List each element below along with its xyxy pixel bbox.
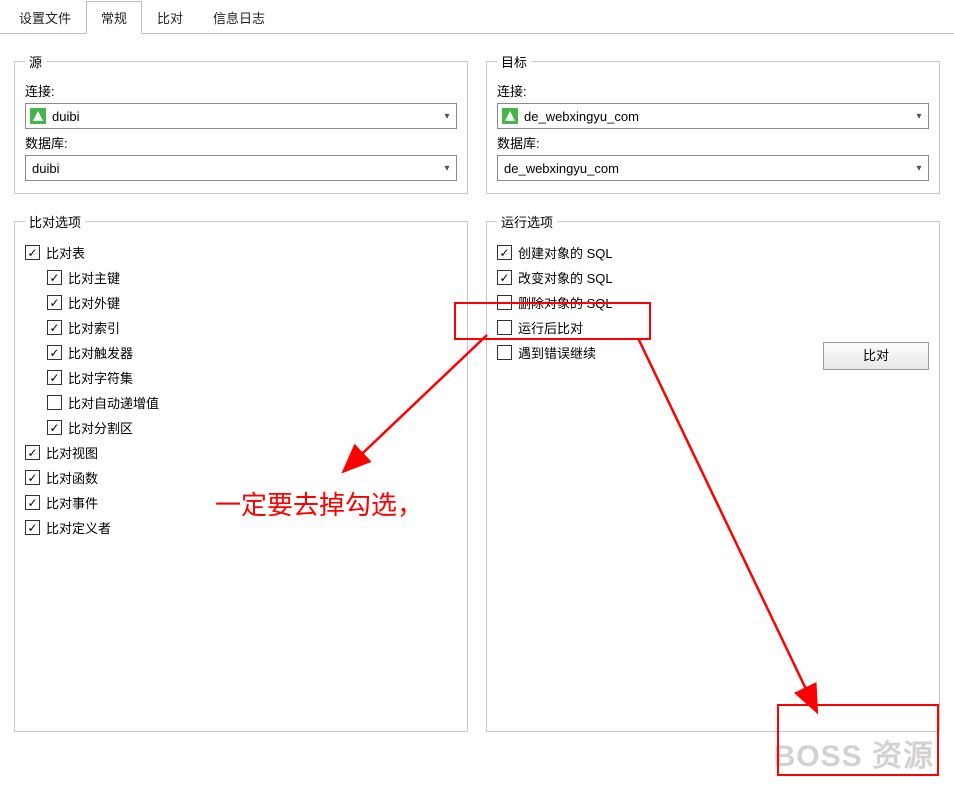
chevron-down-icon: ▾ (438, 104, 456, 128)
tab-log[interactable]: 信息日志 (198, 1, 280, 34)
checkbox-cmp-event[interactable] (25, 495, 40, 510)
checkbox-label: 创建对象的 SQL (518, 243, 613, 262)
source-db-label: 数据库: (25, 133, 457, 152)
target-db-value: de_webxingyu_com (502, 161, 910, 176)
source-conn-combo[interactable]: duibi ▾ (25, 103, 457, 129)
source-conn-label: 连接: (25, 81, 457, 100)
source-db-combo[interactable]: duibi ▾ (25, 155, 457, 181)
checkbox-label: 运行后比对 (518, 318, 583, 337)
target-conn-label: 连接: (497, 81, 929, 100)
checkbox-label: 比对事件 (46, 493, 98, 512)
checkbox-cmp-pk[interactable] (47, 270, 62, 285)
target-db-label: 数据库: (497, 133, 929, 152)
checkbox-cmp-table[interactable] (25, 245, 40, 260)
checkbox-cmp-trig[interactable] (47, 345, 62, 360)
chevron-down-icon: ▾ (910, 104, 928, 128)
target-legend: 目标 (497, 52, 531, 71)
checkbox-run-continue[interactable] (497, 345, 512, 360)
target-conn-value: de_webxingyu_com (522, 109, 910, 124)
checkbox-label: 比对视图 (46, 443, 98, 462)
checkbox-label: 删除对象的 SQL (518, 293, 613, 312)
checkbox-cmp-view[interactable] (25, 445, 40, 460)
checkbox-cmp-autoinc[interactable] (47, 395, 62, 410)
checkbox-run-after[interactable] (497, 320, 512, 335)
checkbox-run-create[interactable] (497, 245, 512, 260)
source-db-value: duibi (30, 161, 438, 176)
compare-button[interactable]: 比对 (823, 342, 929, 370)
target-db-combo[interactable]: de_webxingyu_com ▾ (497, 155, 929, 181)
checkbox-label: 比对索引 (68, 318, 120, 337)
checkbox-label: 比对外键 (68, 293, 120, 312)
checkbox-cmp-definer[interactable] (25, 520, 40, 535)
source-conn-value: duibi (50, 109, 438, 124)
checkbox-label: 遇到错误继续 (518, 343, 596, 362)
checkbox-cmp-partition[interactable] (47, 420, 62, 435)
checkbox-label: 改变对象的 SQL (518, 268, 613, 287)
db-icon (30, 108, 46, 124)
tab-settings-file[interactable]: 设置文件 (4, 1, 86, 34)
source-group: 源 连接: duibi ▾ 数据库: duibi ▾ (14, 52, 468, 194)
checkbox-cmp-idx[interactable] (47, 320, 62, 335)
tabs-bar: 设置文件 常规 比对 信息日志 (0, 0, 954, 34)
checkbox-label: 比对自动递增值 (68, 393, 159, 412)
source-legend: 源 (25, 52, 46, 71)
checkbox-cmp-fk[interactable] (47, 295, 62, 310)
checkbox-label: 比对触发器 (68, 343, 133, 362)
run-options-legend: 运行选项 (497, 212, 557, 231)
checkbox-label: 比对字符集 (68, 368, 133, 387)
target-group: 目标 连接: de_webxingyu_com ▾ 数据库: de_webxin… (486, 52, 940, 194)
chevron-down-icon: ▾ (438, 156, 456, 180)
chevron-down-icon: ▾ (910, 156, 928, 180)
checkbox-label: 比对定义者 (46, 518, 111, 537)
tab-general[interactable]: 常规 (86, 1, 142, 34)
checkbox-cmp-func[interactable] (25, 470, 40, 485)
checkbox-run-drop[interactable] (497, 295, 512, 310)
tab-compare[interactable]: 比对 (142, 1, 198, 34)
run-options-group: 运行选项 创建对象的 SQL 改变对象的 SQL 删除对象的 SQL 运行后比对… (486, 212, 940, 732)
checkbox-run-alter[interactable] (497, 270, 512, 285)
target-conn-combo[interactable]: de_webxingyu_com ▾ (497, 103, 929, 129)
checkbox-label: 比对分割区 (68, 418, 133, 437)
compare-options-group: 比对选项 比对表 比对主键 比对外键 比对索引 比对触发器 比对字符集 比对自动… (14, 212, 468, 732)
checkbox-label: 比对表 (46, 243, 85, 262)
checkbox-cmp-charset[interactable] (47, 370, 62, 385)
db-icon (502, 108, 518, 124)
checkbox-label: 比对函数 (46, 468, 98, 487)
compare-options-legend: 比对选项 (25, 212, 85, 231)
checkbox-label: 比对主键 (68, 268, 120, 287)
